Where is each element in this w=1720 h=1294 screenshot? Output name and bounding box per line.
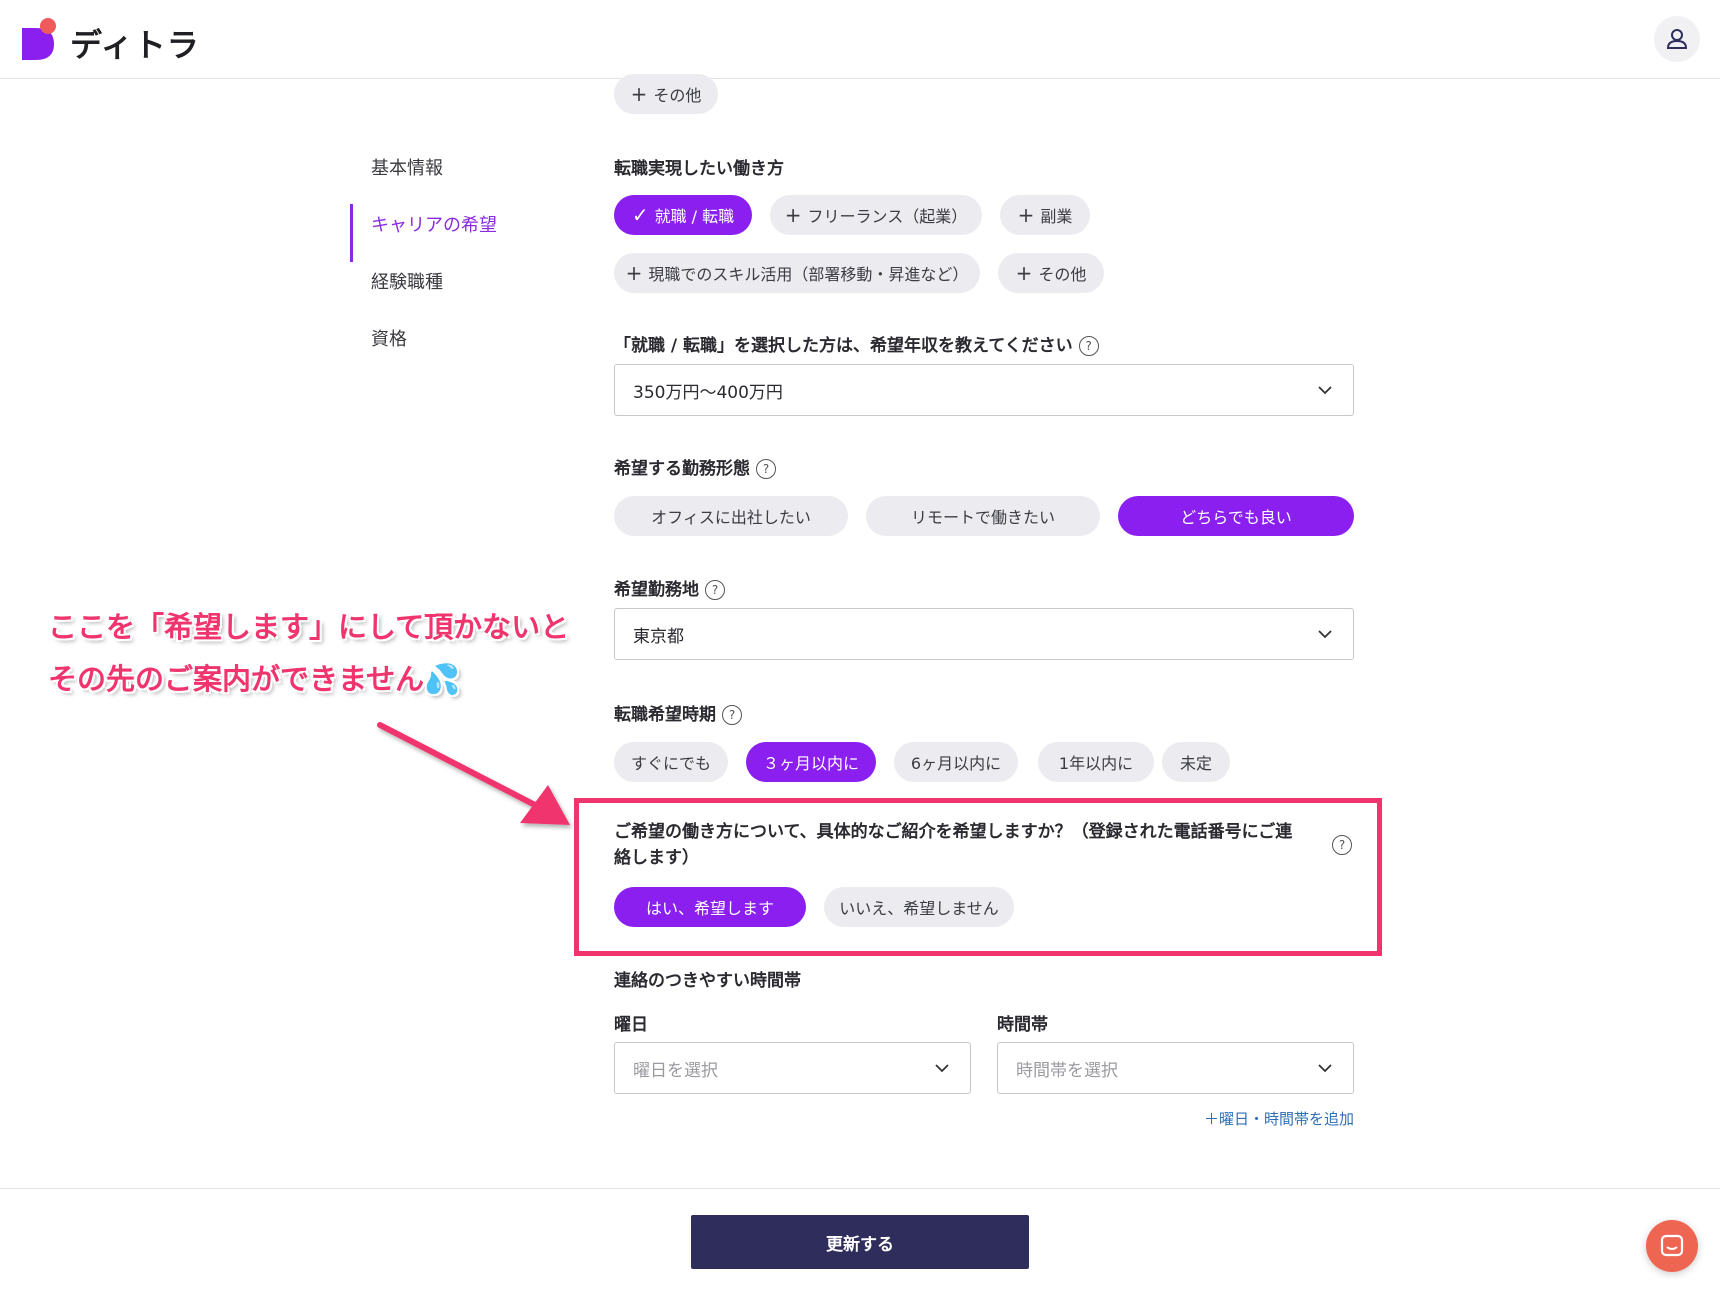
sidebar-item-basic-info[interactable]: 基本情報	[350, 150, 550, 207]
chip-work-form-remote[interactable]: リモートで働きたい	[866, 496, 1100, 536]
salary-select[interactable]: 350万円〜400万円	[614, 364, 1354, 416]
help-icon[interactable]: ?	[722, 705, 742, 725]
chip-work-form-either[interactable]: どちらでも良い	[1118, 496, 1354, 536]
timing-title: 転職希望時期?	[614, 700, 742, 725]
day-select[interactable]: 曜日を選択	[614, 1042, 971, 1094]
chevron-down-icon	[1318, 1064, 1332, 1073]
update-button[interactable]: 更新する	[691, 1215, 1029, 1269]
chevron-down-icon	[1318, 630, 1332, 639]
profile-button[interactable]	[1654, 16, 1700, 62]
chip-work-form-office[interactable]: オフィスに出社したい	[614, 496, 848, 536]
settings-side-nav: 基本情報 キャリアの希望 経験職種 資格	[350, 150, 550, 378]
brand-logo-icon[interactable]	[20, 18, 64, 62]
brand-name[interactable]: ディトラ	[70, 20, 200, 66]
annotation-line-1: ここを「希望します」にして頂かないと	[48, 610, 570, 644]
plus-icon: +	[1015, 261, 1033, 285]
chevron-down-icon	[1318, 386, 1332, 395]
chat-icon	[1660, 1234, 1684, 1257]
location-title: 希望勤務地?	[614, 575, 725, 600]
contact-title: 連絡のつきやすい時間帯	[614, 971, 801, 991]
day-label: 曜日	[614, 1015, 648, 1035]
sidebar-item-career[interactable]: キャリアの希望	[350, 204, 550, 264]
check-icon: ✓	[631, 203, 649, 227]
highlight-box	[574, 798, 1382, 956]
top-header: ディトラ	[0, 0, 1720, 79]
plus-icon: +	[630, 82, 648, 106]
time-label: 時間帯	[997, 1015, 1048, 1035]
chip-work-style-side-job[interactable]: + 副業	[1000, 195, 1090, 235]
help-icon[interactable]: ?	[1078, 336, 1099, 356]
user-icon	[1666, 29, 1688, 49]
work-style-title: 転職実現したい働き方	[614, 159, 784, 179]
sidebar-item-qualifications[interactable]: 資格	[350, 321, 550, 378]
work-form-title: 希望する勤務形態?	[614, 454, 776, 479]
help-icon[interactable]: ?	[705, 580, 725, 600]
chevron-down-icon	[935, 1064, 949, 1073]
location-select[interactable]: 東京都	[614, 608, 1354, 660]
chip-work-style-job-change[interactable]: ✓ 就職 / 転職	[614, 195, 752, 235]
chip-work-style-skill-use[interactable]: + 現職でのスキル活用（部署移動・昇進など）	[614, 253, 980, 293]
salary-title: 「就職 / 転職」を選択した方は、希望年収を教えてください?	[614, 331, 1099, 356]
chip-timing-3months[interactable]: ３ヶ月以内に	[746, 742, 876, 782]
plus-icon: +	[625, 261, 643, 285]
sidebar-item-experience[interactable]: 経験職種	[350, 264, 550, 321]
add-time-slot-link[interactable]: ＋曜日・時間帯を追加	[1204, 1108, 1354, 1129]
help-icon[interactable]: ?	[756, 459, 776, 479]
chip-work-style-freelance[interactable]: + フリーランス（起業）	[770, 195, 982, 235]
chat-button[interactable]	[1646, 1220, 1698, 1272]
chip-other-top[interactable]: + その他	[614, 74, 718, 114]
chip-timing-undecided[interactable]: 未定	[1162, 742, 1230, 782]
chip-timing-6months[interactable]: 6ヶ月以内に	[894, 742, 1018, 782]
annotation-line-2: その先のご案内ができません💦	[48, 662, 461, 696]
chip-timing-asap[interactable]: すぐにでも	[614, 742, 728, 782]
footer-divider	[0, 1188, 1720, 1189]
time-select[interactable]: 時間帯を選択	[997, 1042, 1354, 1094]
plus-icon: +	[1017, 203, 1035, 227]
annotation-arrow-icon	[377, 722, 570, 825]
chip-timing-1year[interactable]: 1年以内に	[1038, 742, 1154, 782]
chip-work-style-other[interactable]: + その他	[998, 253, 1104, 293]
plus-icon: +	[784, 203, 802, 227]
